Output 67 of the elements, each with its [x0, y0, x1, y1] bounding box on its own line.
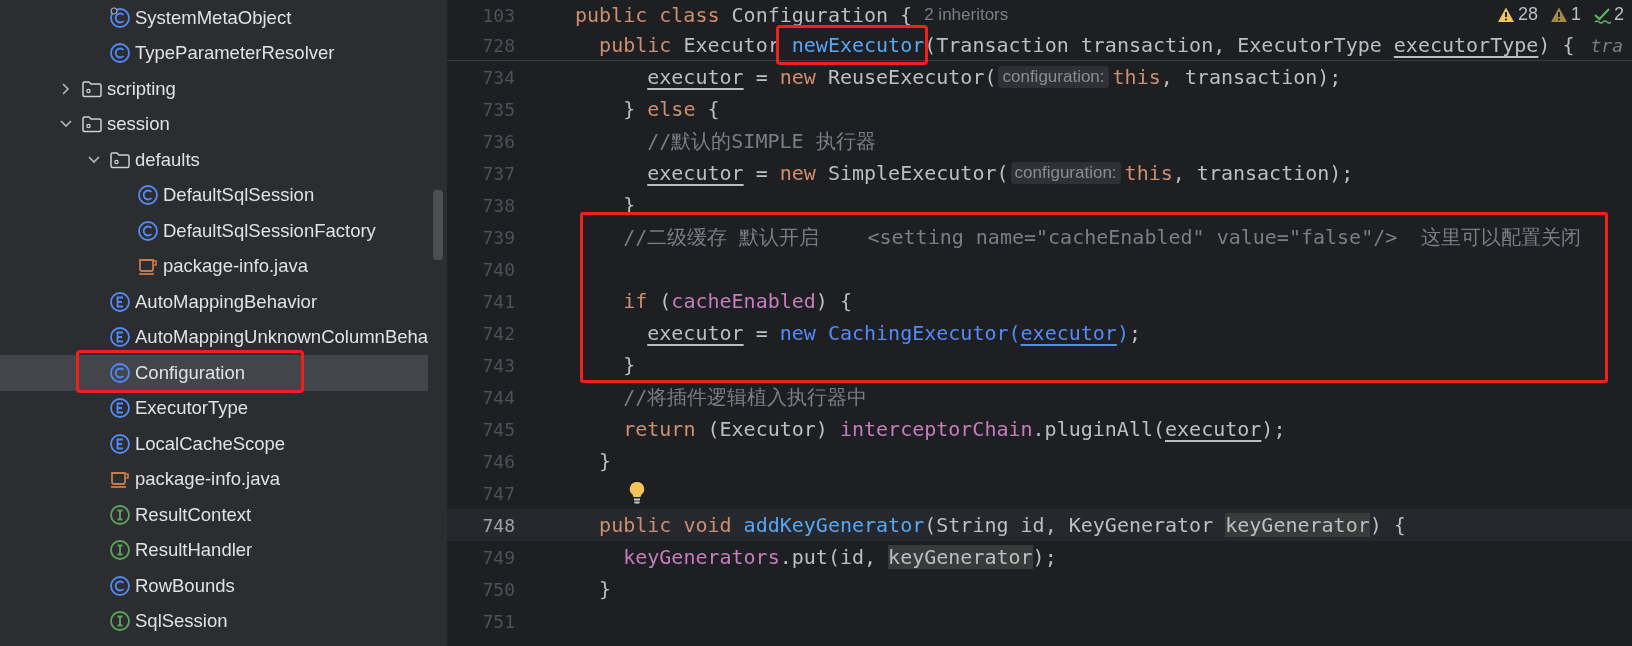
- line-number: 748: [481, 514, 515, 536]
- inlay-hint: tra: [1590, 34, 1623, 56]
- class-icon: [109, 42, 131, 65]
- code-text: }: [599, 577, 612, 601]
- tree-item[interactable]: ExecutorType: [0, 390, 447, 426]
- tree-item[interactable]: RowBounds: [0, 568, 447, 604]
- code-text: } else: [623, 97, 696, 121]
- interface-icon: [109, 503, 131, 526]
- tree-item[interactable]: TypeParameterResolver: [0, 35, 447, 71]
- tree-item[interactable]: session: [0, 106, 447, 142]
- tree-item[interactable]: SystemMetaObject: [0, 0, 447, 36]
- code-text: (Executor) interceptorChain.pluginAll(executor);: [707, 417, 1286, 441]
- code-text: executor: [647, 321, 744, 345]
- tree-item[interactable]: ResultHandler: [0, 532, 447, 568]
- class-icon: [137, 219, 159, 242]
- code-text: if: [623, 289, 648, 313]
- code-text: (cacheEnabled) {: [659, 289, 852, 313]
- code-text: public Executor: [599, 33, 781, 57]
- code-text: (Transaction transaction, ExecutorType executorType) {: [924, 33, 1575, 57]
- code-text: ReuseExecutor(: [827, 65, 997, 89]
- tree-item[interactable]: AutoMappingUnknownColumnBeha: [0, 319, 447, 355]
- tree-item[interactable]: package-info.java: [0, 248, 447, 284]
- tree-item[interactable]: scripting: [0, 71, 447, 107]
- code-text: this, transaction);: [1124, 161, 1354, 185]
- inspection-counter[interactable]: 2: [1593, 4, 1624, 25]
- code-text: SimpleExecutor(: [827, 161, 1009, 185]
- enum-icon: [109, 290, 131, 313]
- code-text: = new: [755, 65, 816, 89]
- class-icon: [137, 184, 159, 207]
- code-text: {: [707, 97, 720, 121]
- tree-item[interactable]: defaults: [0, 142, 447, 178]
- code-text: = new CachingExecutor(executor);: [755, 321, 1141, 345]
- tree-item[interactable]: DefaultSqlSession: [0, 177, 447, 213]
- tree-item[interactable]: ResultContext: [0, 497, 447, 533]
- code-text: //二级缓存 默认开启 <setting name="cacheEnabled" value="false"/> 这里可以配置关闭: [623, 223, 1582, 251]
- code-text: public class Configuration {: [575, 3, 913, 27]
- inspection-counter[interactable]: 1: [1549, 4, 1581, 25]
- code-text: executor: [647, 65, 744, 89]
- interface-icon: [109, 539, 131, 562]
- code-text: //默认的SIMPLE 执行器: [647, 127, 876, 155]
- tree-item[interactable]: LocalCacheScope: [0, 426, 447, 462]
- class-icon: [109, 361, 131, 384]
- code-text: keyGenerators.put(id, keyGenerator);: [623, 545, 1057, 569]
- inlay-hint: 2 inheritors: [924, 5, 1009, 25]
- parameter-hint: configuration:: [998, 66, 1109, 88]
- tree-item[interactable]: DefaultSqlSessionFactory: [0, 213, 447, 249]
- parameter-hint: configuration:: [1010, 162, 1121, 184]
- code-text: public void addKeyGenerator(String id, KeyGenerator keyGenerator) {: [599, 513, 1406, 537]
- lightbulb-icon[interactable]: [627, 480, 647, 506]
- code-text: }: [599, 449, 612, 473]
- inspection-counter[interactable]: 28: [1496, 4, 1538, 25]
- code-text: //将插件逻辑植入执行器中: [623, 383, 868, 411]
- enum-icon: [109, 397, 131, 420]
- code-text: }: [623, 353, 636, 377]
- code-text: executor: [647, 161, 744, 185]
- code-text: return: [623, 417, 696, 441]
- enum-icon: [109, 432, 131, 455]
- tree-item[interactable]: AutoMappingBehavior: [0, 284, 447, 320]
- tree-item[interactable]: package-info.java: [0, 461, 447, 497]
- interface-icon: [109, 610, 131, 633]
- enum-icon: [109, 326, 131, 349]
- scrollbar-thumb[interactable]: [433, 190, 443, 260]
- tree-item[interactable]: SqlSession: [0, 603, 447, 639]
- code-text: newExecutor: [791, 33, 925, 57]
- class-icon: [109, 574, 131, 597]
- code-text: = new: [755, 161, 816, 185]
- code-text: this, transaction);: [1112, 65, 1342, 89]
